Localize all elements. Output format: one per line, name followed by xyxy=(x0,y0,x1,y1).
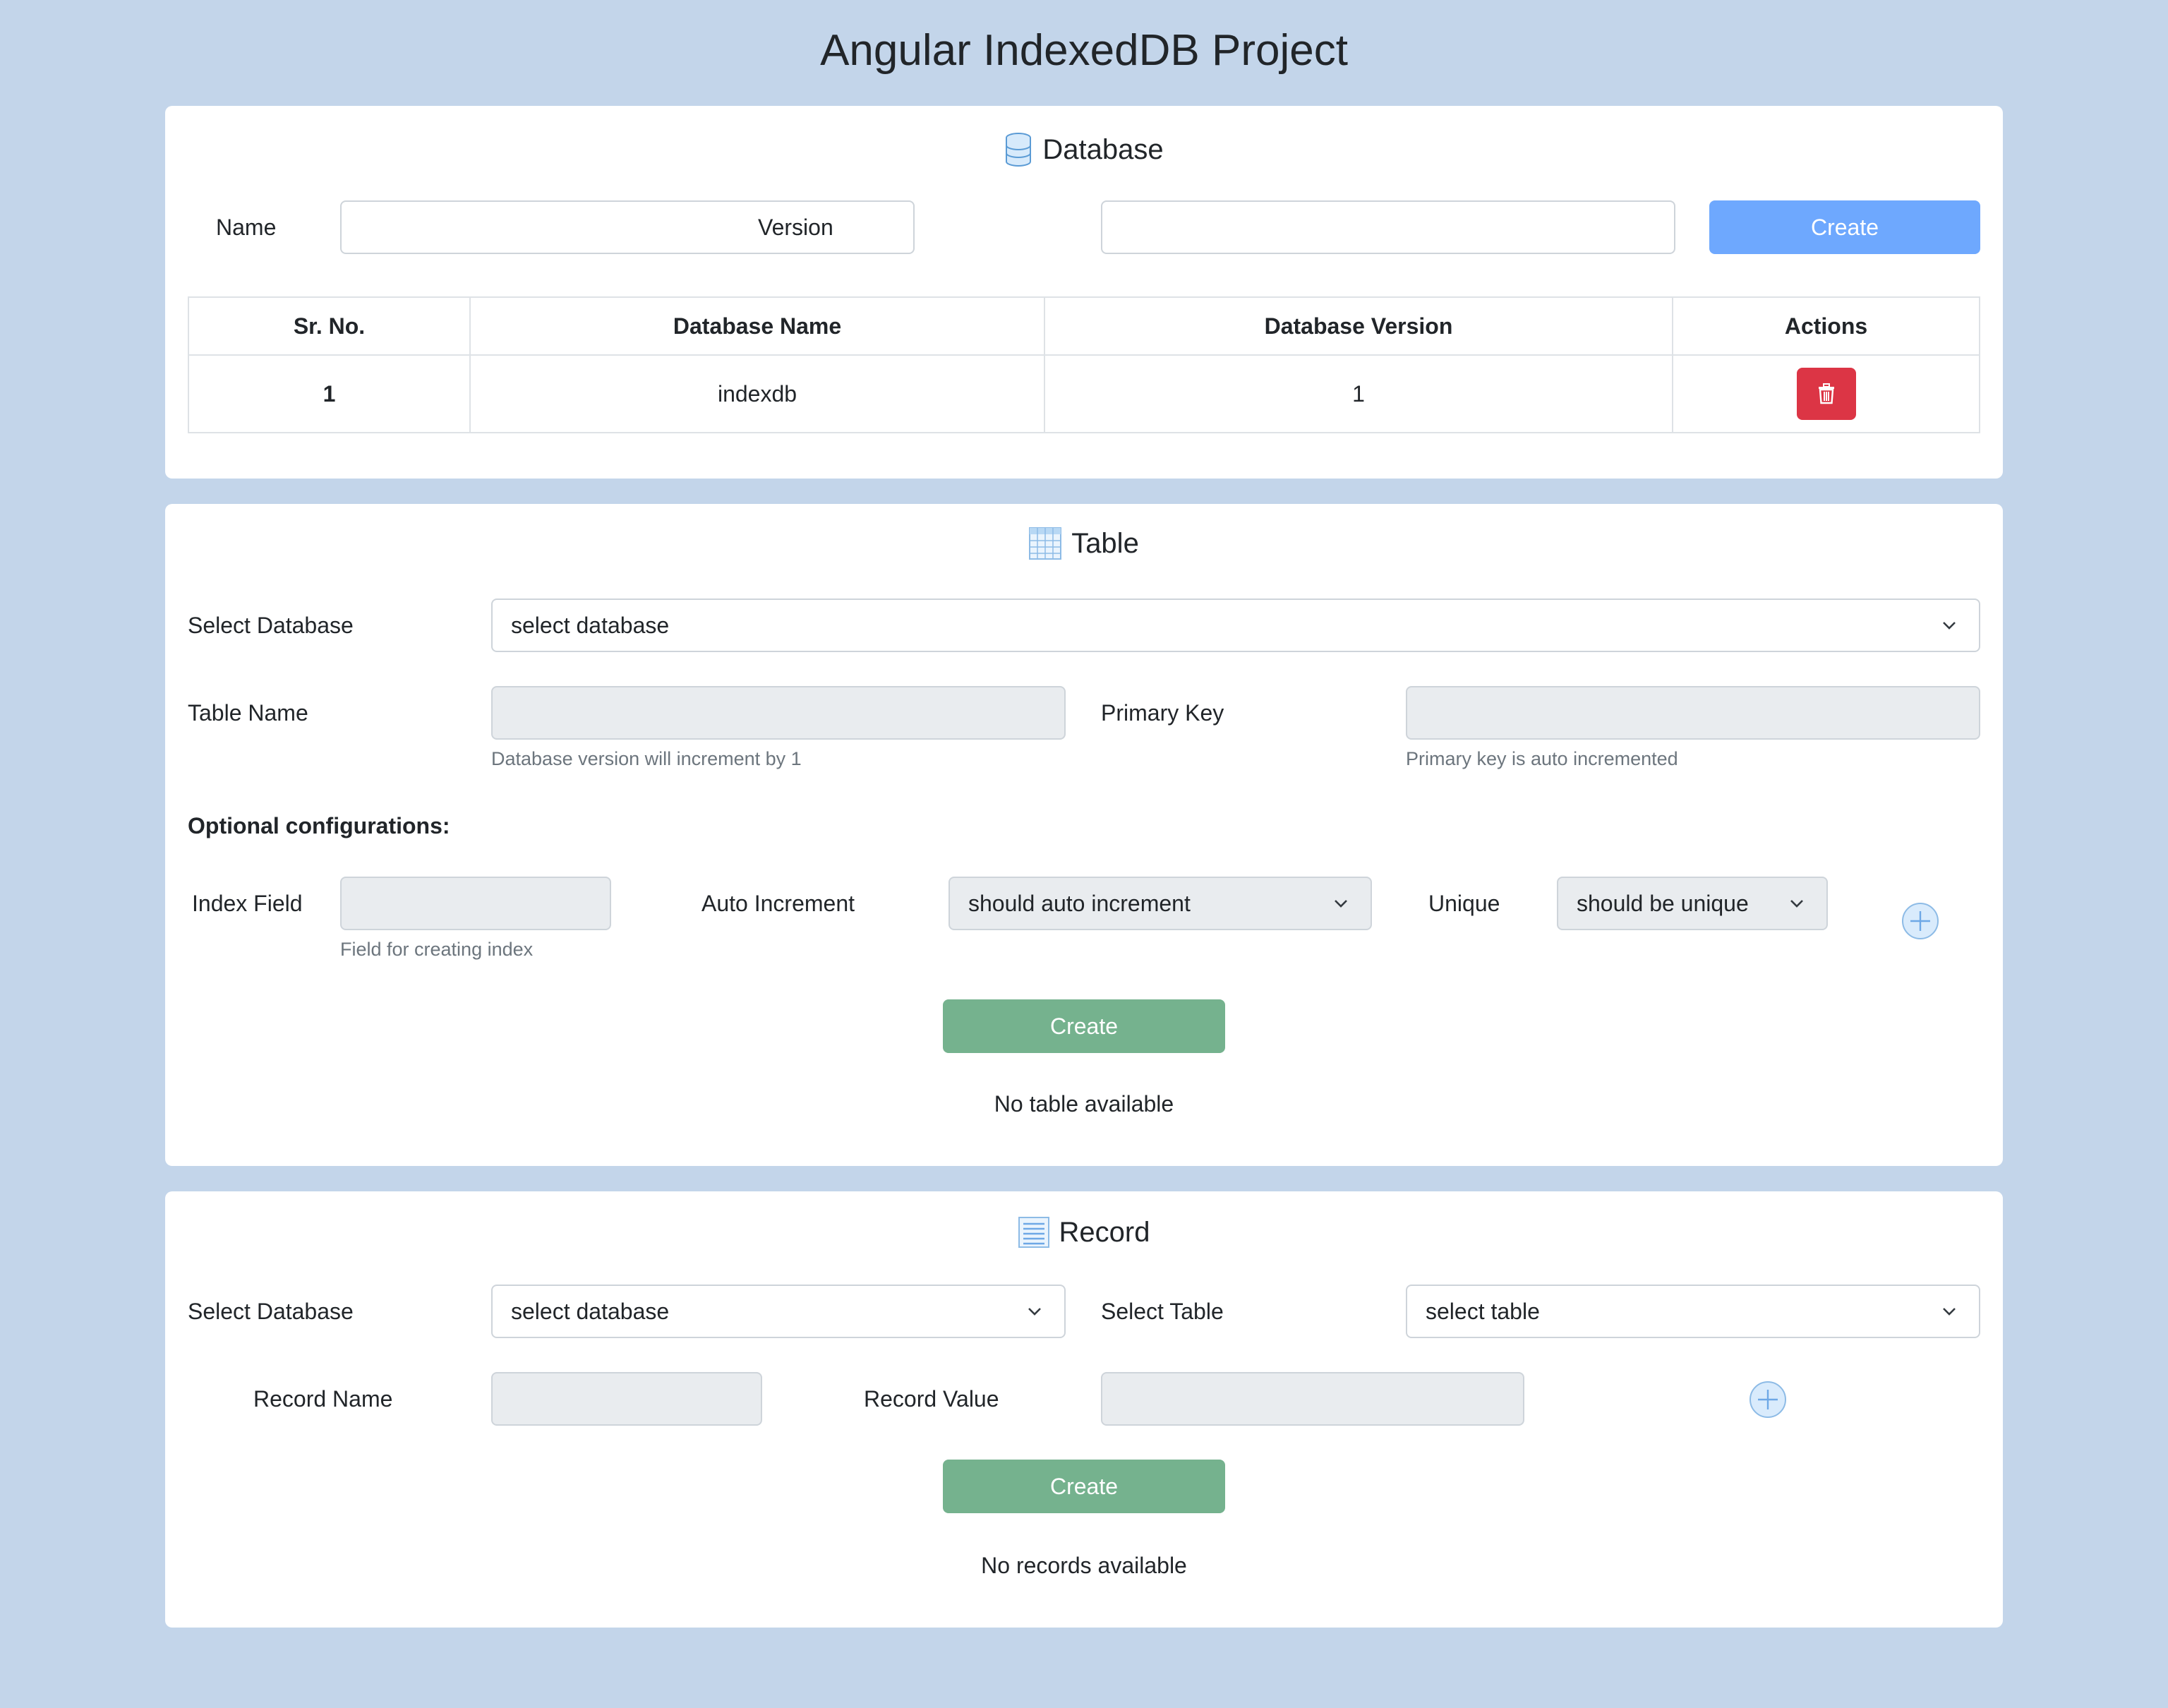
primary-key-input[interactable] xyxy=(1406,686,1980,740)
index-field-help: Field for creating index xyxy=(340,939,534,960)
record-select-database[interactable]: select database xyxy=(491,1285,1066,1338)
table-name-help: Database version will increment by 1 xyxy=(491,748,802,769)
table-icon xyxy=(1029,527,1062,560)
db-name-label: Name xyxy=(216,215,277,240)
unique-label: Unique xyxy=(1428,891,1500,916)
record-select-table[interactable]: select table xyxy=(1406,1285,1980,1338)
chevron-down-icon xyxy=(1790,900,1803,908)
table-name-label: Table Name xyxy=(188,700,308,726)
create-record-button[interactable]: Create xyxy=(943,1460,1225,1513)
header-actions: Actions xyxy=(1672,296,1980,356)
database-card-title: Database xyxy=(165,128,2003,171)
primary-key-help: Primary key is auto incremented xyxy=(1406,748,1678,769)
chevron-down-icon xyxy=(1335,900,1347,908)
index-field-input[interactable] xyxy=(340,877,611,930)
header-sr-no: Sr. No. xyxy=(188,296,471,356)
no-table-message: No table available xyxy=(994,1091,1174,1117)
record-name-input[interactable] xyxy=(491,1372,762,1426)
table-select-database-value: select database xyxy=(511,612,670,638)
page-title: Angular IndexedDB Project xyxy=(820,26,1348,75)
index-field-label: Index Field xyxy=(192,891,303,916)
table-card-title: Table xyxy=(165,522,2003,565)
auto-increment-select[interactable]: should auto increment xyxy=(948,877,1372,930)
header-database-name: Database Name xyxy=(469,296,1045,356)
database-icon xyxy=(1006,133,1032,167)
record-select-table-value: select table xyxy=(1426,1298,1540,1324)
unique-value: should be unique xyxy=(1577,890,1749,916)
database-card: Database Name Version Create Sr. No. Dat… xyxy=(165,106,2003,479)
db-version-input[interactable] xyxy=(1101,200,1675,254)
record-select-database-label: Select Database xyxy=(188,1299,354,1324)
add-index-plus-icon[interactable] xyxy=(1901,902,1939,940)
record-name-label: Record Name xyxy=(253,1386,393,1412)
record-value-label: Record Value xyxy=(864,1386,999,1412)
row-sr-no: 1 xyxy=(188,354,471,433)
record-select-database-value: select database xyxy=(511,1298,670,1324)
record-card-title: Record xyxy=(165,1211,2003,1253)
optional-configurations-heading: Optional configurations: xyxy=(188,813,450,838)
header-database-version: Database Version xyxy=(1044,296,1673,356)
row-database-version: 1 xyxy=(1044,354,1673,433)
database-table-header: Sr. No. Database Name Database Version A… xyxy=(188,296,1980,356)
record-title-text: Record xyxy=(1059,1216,1150,1248)
table-select-database[interactable]: select database xyxy=(491,599,1980,652)
delete-database-button[interactable] xyxy=(1796,368,1856,420)
add-record-plus-icon[interactable] xyxy=(1749,1381,1787,1419)
database-title-text: Database xyxy=(1042,133,1164,165)
unique-select[interactable]: should be unique xyxy=(1557,877,1828,930)
chevron-down-icon xyxy=(1028,1308,1041,1316)
auto-increment-value: should auto increment xyxy=(968,890,1191,916)
table-select-database-label: Select Database xyxy=(188,613,354,638)
record-card: Record Select Database select database S… xyxy=(165,1191,2003,1628)
db-version-label: Version xyxy=(758,215,833,240)
no-records-message: No records available xyxy=(981,1553,1187,1578)
chevron-down-icon xyxy=(1943,1308,1956,1316)
create-table-button[interactable]: Create xyxy=(943,999,1225,1053)
table-row: 1 indexdb 1 xyxy=(188,354,1980,433)
table-name-input[interactable] xyxy=(491,686,1066,740)
primary-key-label: Primary Key xyxy=(1101,700,1224,726)
table-card: Table Select Database select database Ta… xyxy=(165,504,2003,1166)
row-actions xyxy=(1672,354,1980,433)
chevron-down-icon xyxy=(1943,622,1956,630)
trash-icon xyxy=(1818,383,1834,404)
database-table: Sr. No. Database Name Database Version A… xyxy=(188,296,1980,433)
list-icon xyxy=(1018,1217,1049,1248)
record-value-input[interactable] xyxy=(1101,1372,1524,1426)
row-database-name: indexdb xyxy=(469,354,1045,433)
record-select-table-label: Select Table xyxy=(1101,1299,1224,1324)
table-title-text: Table xyxy=(1071,527,1139,559)
auto-increment-label: Auto Increment xyxy=(701,891,855,916)
create-database-button[interactable]: Create xyxy=(1709,200,1980,254)
